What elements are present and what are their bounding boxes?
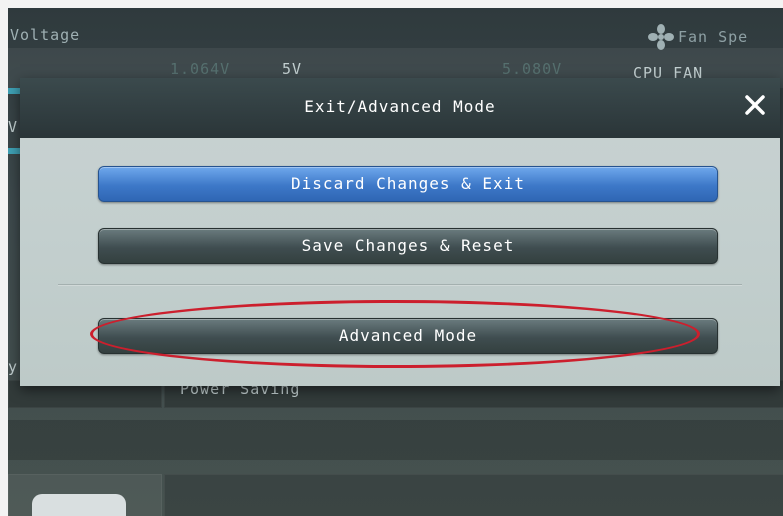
dialog-title-bar: Exit/Advanced Mode <box>20 78 780 138</box>
voltage-5v-value: 5.080V <box>502 60 563 78</box>
exit-advanced-mode-dialog: Exit/Advanced Mode Discard Changes & Exi… <box>20 78 780 386</box>
dialog-title: Exit/Advanced Mode <box>304 97 496 116</box>
left-edge-letter: V <box>8 118 19 136</box>
close-icon[interactable] <box>744 94 766 116</box>
background-cell <box>164 474 783 516</box>
background-tile <box>32 494 126 516</box>
advanced-mode-button[interactable]: Advanced Mode <box>98 318 718 354</box>
voltage-5v-label: 5V <box>282 60 303 78</box>
background-band <box>8 420 783 460</box>
divider <box>58 284 742 286</box>
fan-speed-label: Fan Spe <box>678 28 749 46</box>
discard-changes-exit-button[interactable]: Discard Changes & Exit <box>98 166 718 202</box>
fan-icon <box>648 24 674 50</box>
voltage-value: 1.064V <box>170 60 231 78</box>
left-edge-letter: y <box>8 358 19 376</box>
voltage-label: Voltage <box>10 26 81 44</box>
bios-screen: Voltage 1.064V 5V 5.080V Fan Spe CPU_FAN… <box>8 8 783 516</box>
save-changes-reset-button[interactable]: Save Changes & Reset <box>98 228 718 264</box>
